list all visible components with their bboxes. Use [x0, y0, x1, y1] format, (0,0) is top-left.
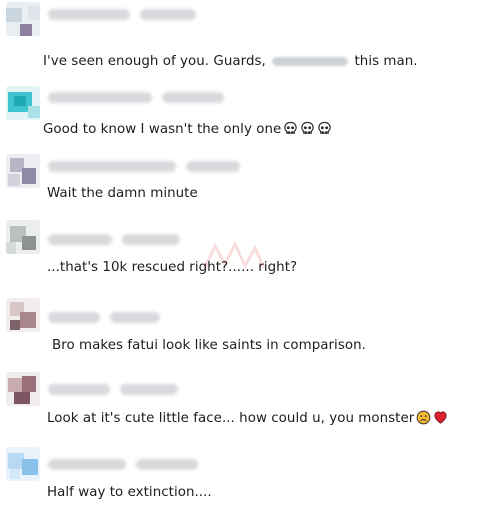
avatar[interactable]	[6, 447, 40, 481]
redacted-word	[272, 56, 349, 66]
username-redacted[interactable]	[48, 234, 112, 245]
frowning-face-icon	[416, 410, 431, 429]
username-redacted[interactable]	[48, 92, 152, 103]
avatar[interactable]	[6, 154, 40, 188]
comment-meta	[48, 234, 180, 245]
comment-meta	[48, 9, 196, 20]
timestamp-redacted	[140, 9, 196, 20]
comment-text-before: I've seen enough of you. Guards,	[43, 54, 266, 69]
timestamp-redacted	[120, 384, 178, 395]
timestamp-redacted	[162, 92, 224, 103]
comment-meta	[48, 161, 240, 172]
comment-text: I've seen enough of you. Guards, this ma…	[43, 54, 418, 69]
comment-text: Wait the damn minute	[47, 186, 198, 201]
comment-text-body: Look at it's cute little face... how cou…	[47, 411, 415, 426]
timestamp-redacted	[136, 459, 198, 470]
skull-icon	[283, 121, 298, 140]
skull-icon	[317, 121, 332, 140]
avatar[interactable]	[6, 2, 40, 36]
comment-meta	[48, 92, 224, 103]
comment-text-body: Good to know I wasn't the only one	[43, 122, 282, 137]
comment-text: Bro makes fatui look like saints in comp…	[52, 338, 366, 353]
comment-meta	[48, 384, 178, 395]
avatar[interactable]	[6, 220, 40, 254]
username-redacted[interactable]	[48, 161, 176, 172]
comment-text: Half way to extinction....	[47, 485, 212, 500]
comment-text: ...that's 10k rescued right?...... right…	[47, 260, 298, 275]
avatar[interactable]	[6, 86, 40, 120]
comment-text: Look at it's cute little face... how cou…	[47, 410, 448, 429]
comment-text: Good to know I wasn't the only one	[43, 121, 332, 140]
avatar[interactable]	[6, 372, 40, 406]
comment-meta	[48, 459, 198, 470]
timestamp-redacted	[186, 161, 240, 172]
skull-icon	[300, 121, 315, 140]
username-redacted[interactable]	[48, 384, 110, 395]
comment-text-after: this man.	[354, 54, 418, 69]
username-redacted[interactable]	[48, 459, 126, 470]
username-redacted[interactable]	[48, 312, 100, 323]
comment-meta	[48, 312, 160, 323]
timestamp-redacted	[122, 234, 180, 245]
avatar[interactable]	[6, 298, 40, 332]
username-redacted[interactable]	[48, 9, 130, 20]
red-heart-icon	[433, 410, 448, 429]
timestamp-redacted	[110, 312, 160, 323]
